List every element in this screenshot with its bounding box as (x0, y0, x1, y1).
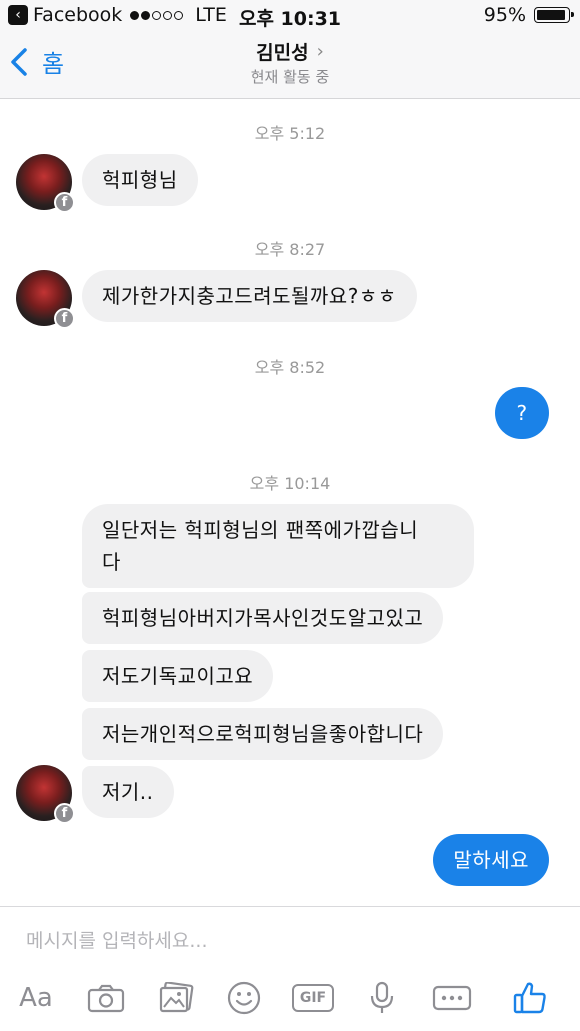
message-timestamp: 오후 5:12 (254, 124, 326, 143)
like-button[interactable] (508, 974, 552, 1022)
message-timestamp: 오후 10:14 (249, 474, 331, 493)
emoji-icon (227, 981, 261, 1015)
composer-divider (0, 906, 580, 907)
gif-button[interactable]: GIF (290, 974, 336, 1022)
contact-name-button[interactable]: 김민성 › (0, 38, 580, 65)
contact-avatar[interactable]: f (16, 270, 75, 329)
messenger-screen: ‹ Facebook LTE 오후 10:31 95% 홈 김민성 › 현재 활… (0, 0, 580, 1031)
status-bar: ‹ Facebook LTE 오후 10:31 95% (0, 0, 580, 32)
chevron-right-icon: › (316, 41, 324, 62)
camera-button[interactable] (84, 974, 128, 1022)
incoming-message[interactable]: 저는개인적으로헉피형님을좋아합니다 (82, 708, 444, 760)
message-input[interactable]: 메시지를 입력하세요... (26, 926, 207, 953)
outgoing-message[interactable]: 말하세요 (433, 834, 549, 886)
contact-name: 김민성 (256, 42, 309, 64)
facebook-badge-icon: f (54, 308, 75, 329)
incoming-message[interactable]: 저기.. (82, 766, 174, 818)
gif-icon: GIF (291, 984, 335, 1012)
contact-avatar[interactable]: f (16, 154, 75, 213)
thumbs-up-icon (513, 982, 546, 1014)
camera-icon (87, 984, 125, 1013)
outgoing-message[interactable]: ? (495, 387, 549, 439)
incoming-message[interactable]: 제가한가지충고드려도될까요?ㅎㅎ (82, 270, 417, 322)
composer-toolbar: Aa GIF (0, 974, 580, 1022)
incoming-message[interactable]: 헉피형님아버지가목사인것도알고있고 (82, 592, 444, 644)
more-icon (432, 985, 472, 1011)
active-status: 현재 활동 중 (250, 68, 330, 86)
message-line: 다 (102, 550, 121, 574)
text-format-button[interactable]: Aa (14, 974, 58, 1022)
message-timestamp: 오후 8:52 (254, 358, 326, 377)
microphone-icon (370, 981, 394, 1013)
text-format-label: Aa (19, 983, 53, 1013)
microphone-button[interactable] (360, 974, 404, 1022)
battery-percent: 95% (483, 4, 526, 26)
incoming-message[interactable]: 헉피형님 (82, 154, 198, 206)
battery-fill (537, 10, 566, 20)
incoming-message[interactable]: 일단저는 헉피형님의 팬쪽에가깝습니 다 (82, 504, 474, 588)
battery-icon (534, 7, 574, 23)
emoji-button[interactable] (222, 974, 266, 1022)
facebook-badge-icon: f (54, 803, 75, 824)
more-button[interactable] (430, 974, 474, 1022)
incoming-message[interactable]: 저도기독교이고요 (82, 650, 274, 702)
message-timestamp: 오후 8:27 (254, 240, 326, 259)
message-line: 일단저는 헉피형님의 팬쪽에가깝습니 (102, 518, 419, 542)
contact-avatar[interactable]: f (16, 765, 75, 824)
gallery-icon (159, 982, 194, 1013)
status-right: 95% (483, 4, 574, 26)
gallery-button[interactable] (154, 974, 198, 1022)
facebook-badge-icon: f (54, 192, 75, 213)
conversation-header: 홈 김민성 › 현재 활동 중 (0, 32, 580, 99)
